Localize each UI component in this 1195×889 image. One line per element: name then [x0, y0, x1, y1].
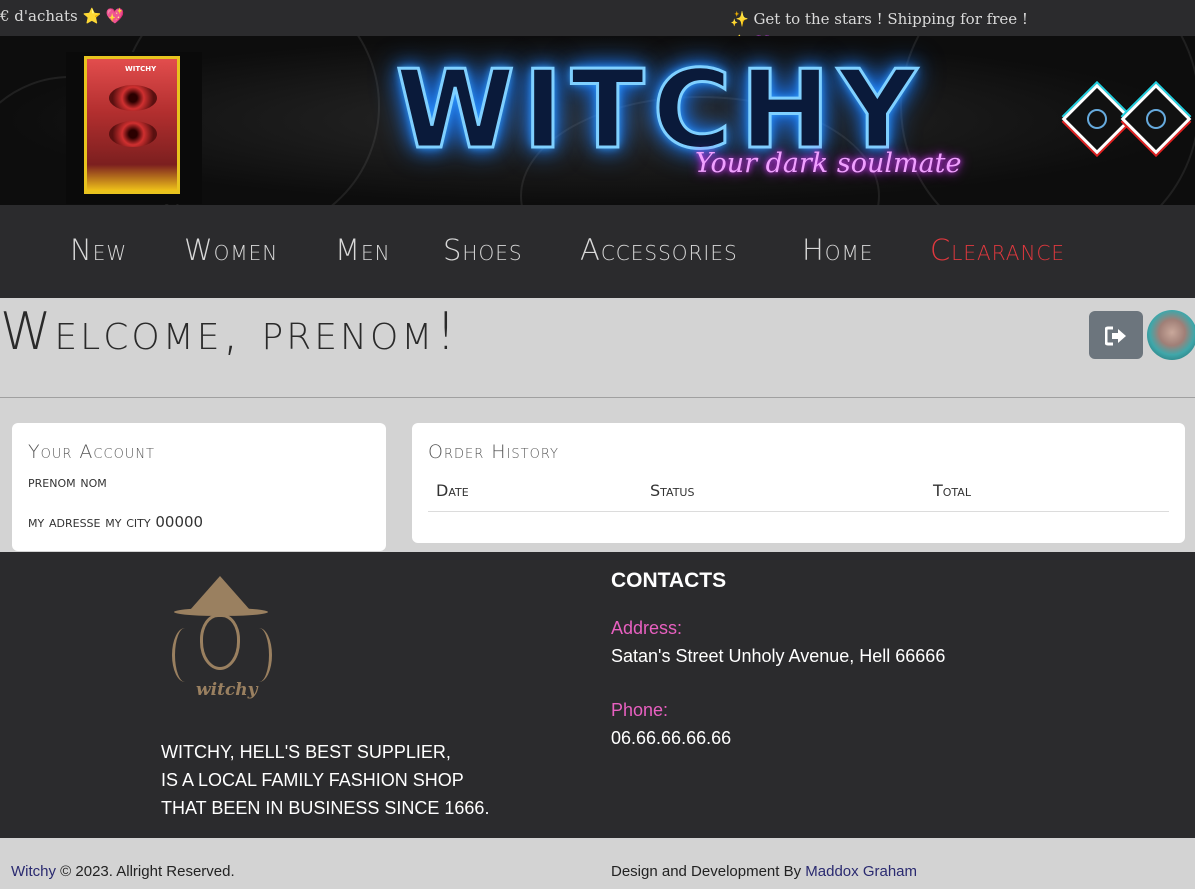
column-header-total[interactable]: Total	[933, 481, 971, 500]
column-header-date[interactable]: Date	[436, 481, 469, 500]
about-line: WITCHY, HELL'S BEST SUPPLIER,	[161, 742, 451, 762]
phone-value[interactable]: 06.66.66.66.66	[611, 728, 731, 749]
logo-tagline: Your dark soulmate	[695, 148, 962, 179]
announcement-bar: € d'achats ⭐ 💖 ✨ Get to the stars ! Ship…	[0, 0, 1195, 36]
brand-link[interactable]: Witchy	[11, 863, 56, 880]
site-logo[interactable]: WITCHY Your dark soulmate	[360, 36, 962, 205]
table-header-divider	[428, 511, 1169, 512]
about-line: IS A LOCAL FAMILY FASHION SHOP	[161, 770, 464, 790]
order-history-card: Order History Date Status Total	[412, 423, 1185, 543]
order-history-title: Order History	[428, 441, 559, 463]
copyright-notice: © 2023. Allright Reserved.	[56, 863, 235, 880]
account-name: prenom nom	[28, 473, 107, 491]
contacts-heading: CONTACTS	[611, 569, 727, 592]
nav-item-men[interactable]: Men	[335, 233, 391, 267]
nav-item-home[interactable]: Home	[802, 233, 873, 267]
poster-image: WITCHY	[66, 52, 202, 204]
avatar[interactable]	[1147, 310, 1195, 360]
credits-text: Design and Development By Maddox Graham	[611, 863, 917, 880]
copyright-text: Witchy © 2023. Allright Reserved.	[11, 863, 235, 880]
footer: witchy WITCHY, HELL'S BEST SUPPLIER, IS …	[0, 552, 1195, 838]
announcement-text-left: € d'achats ⭐ 💖	[0, 7, 125, 25]
page-title: Welcome, prenom!	[0, 302, 460, 362]
logout-button[interactable]	[1089, 311, 1143, 359]
poster-tag: WITCHY	[125, 65, 157, 73]
announcement-text-right: ✨ Get to the stars ! Shipping for free !…	[730, 10, 1028, 36]
nav-item-clearance[interactable]: Clearance	[930, 233, 1065, 267]
about-line: THAT BEEN IN BUSINESS SINCE 1666.	[161, 798, 490, 818]
account-title: Your Account	[28, 441, 155, 463]
copyright-bar: Witchy © 2023. Allright Reserved. Design…	[0, 838, 1195, 889]
footer-logo-text: witchy	[196, 680, 258, 700]
account-address: my adresse my city 00000	[28, 513, 204, 531]
credits-label: Design and Development By	[611, 863, 806, 880]
main-nav: New Women Men Shoes Accessories Home Cle…	[0, 205, 1195, 298]
divider	[0, 397, 1195, 398]
sign-out-icon	[1104, 322, 1127, 347]
designer-link[interactable]: Maddox Graham	[805, 863, 917, 880]
address-value: Satan's Street Unholy Avenue, Hell 66666	[611, 646, 946, 666]
nav-item-accessories[interactable]: Accessories	[580, 233, 738, 267]
footer-about: WITCHY, HELL'S BEST SUPPLIER, IS A LOCAL…	[161, 738, 489, 822]
nav-item-new[interactable]: New	[70, 233, 127, 267]
nav-item-shoes[interactable]: Shoes	[443, 233, 523, 267]
nav-item-women[interactable]: Women	[184, 233, 278, 267]
account-card: Your Account prenom nom my adresse my ci…	[12, 423, 386, 551]
header-banner: WITCHY WITCHY Your dark soulmate	[0, 36, 1195, 205]
column-header-status[interactable]: Status	[650, 481, 694, 500]
witch-logo-icon: witchy	[170, 576, 274, 704]
phone-label: Phone:	[611, 700, 669, 720]
address-label: Address:	[611, 618, 683, 638]
